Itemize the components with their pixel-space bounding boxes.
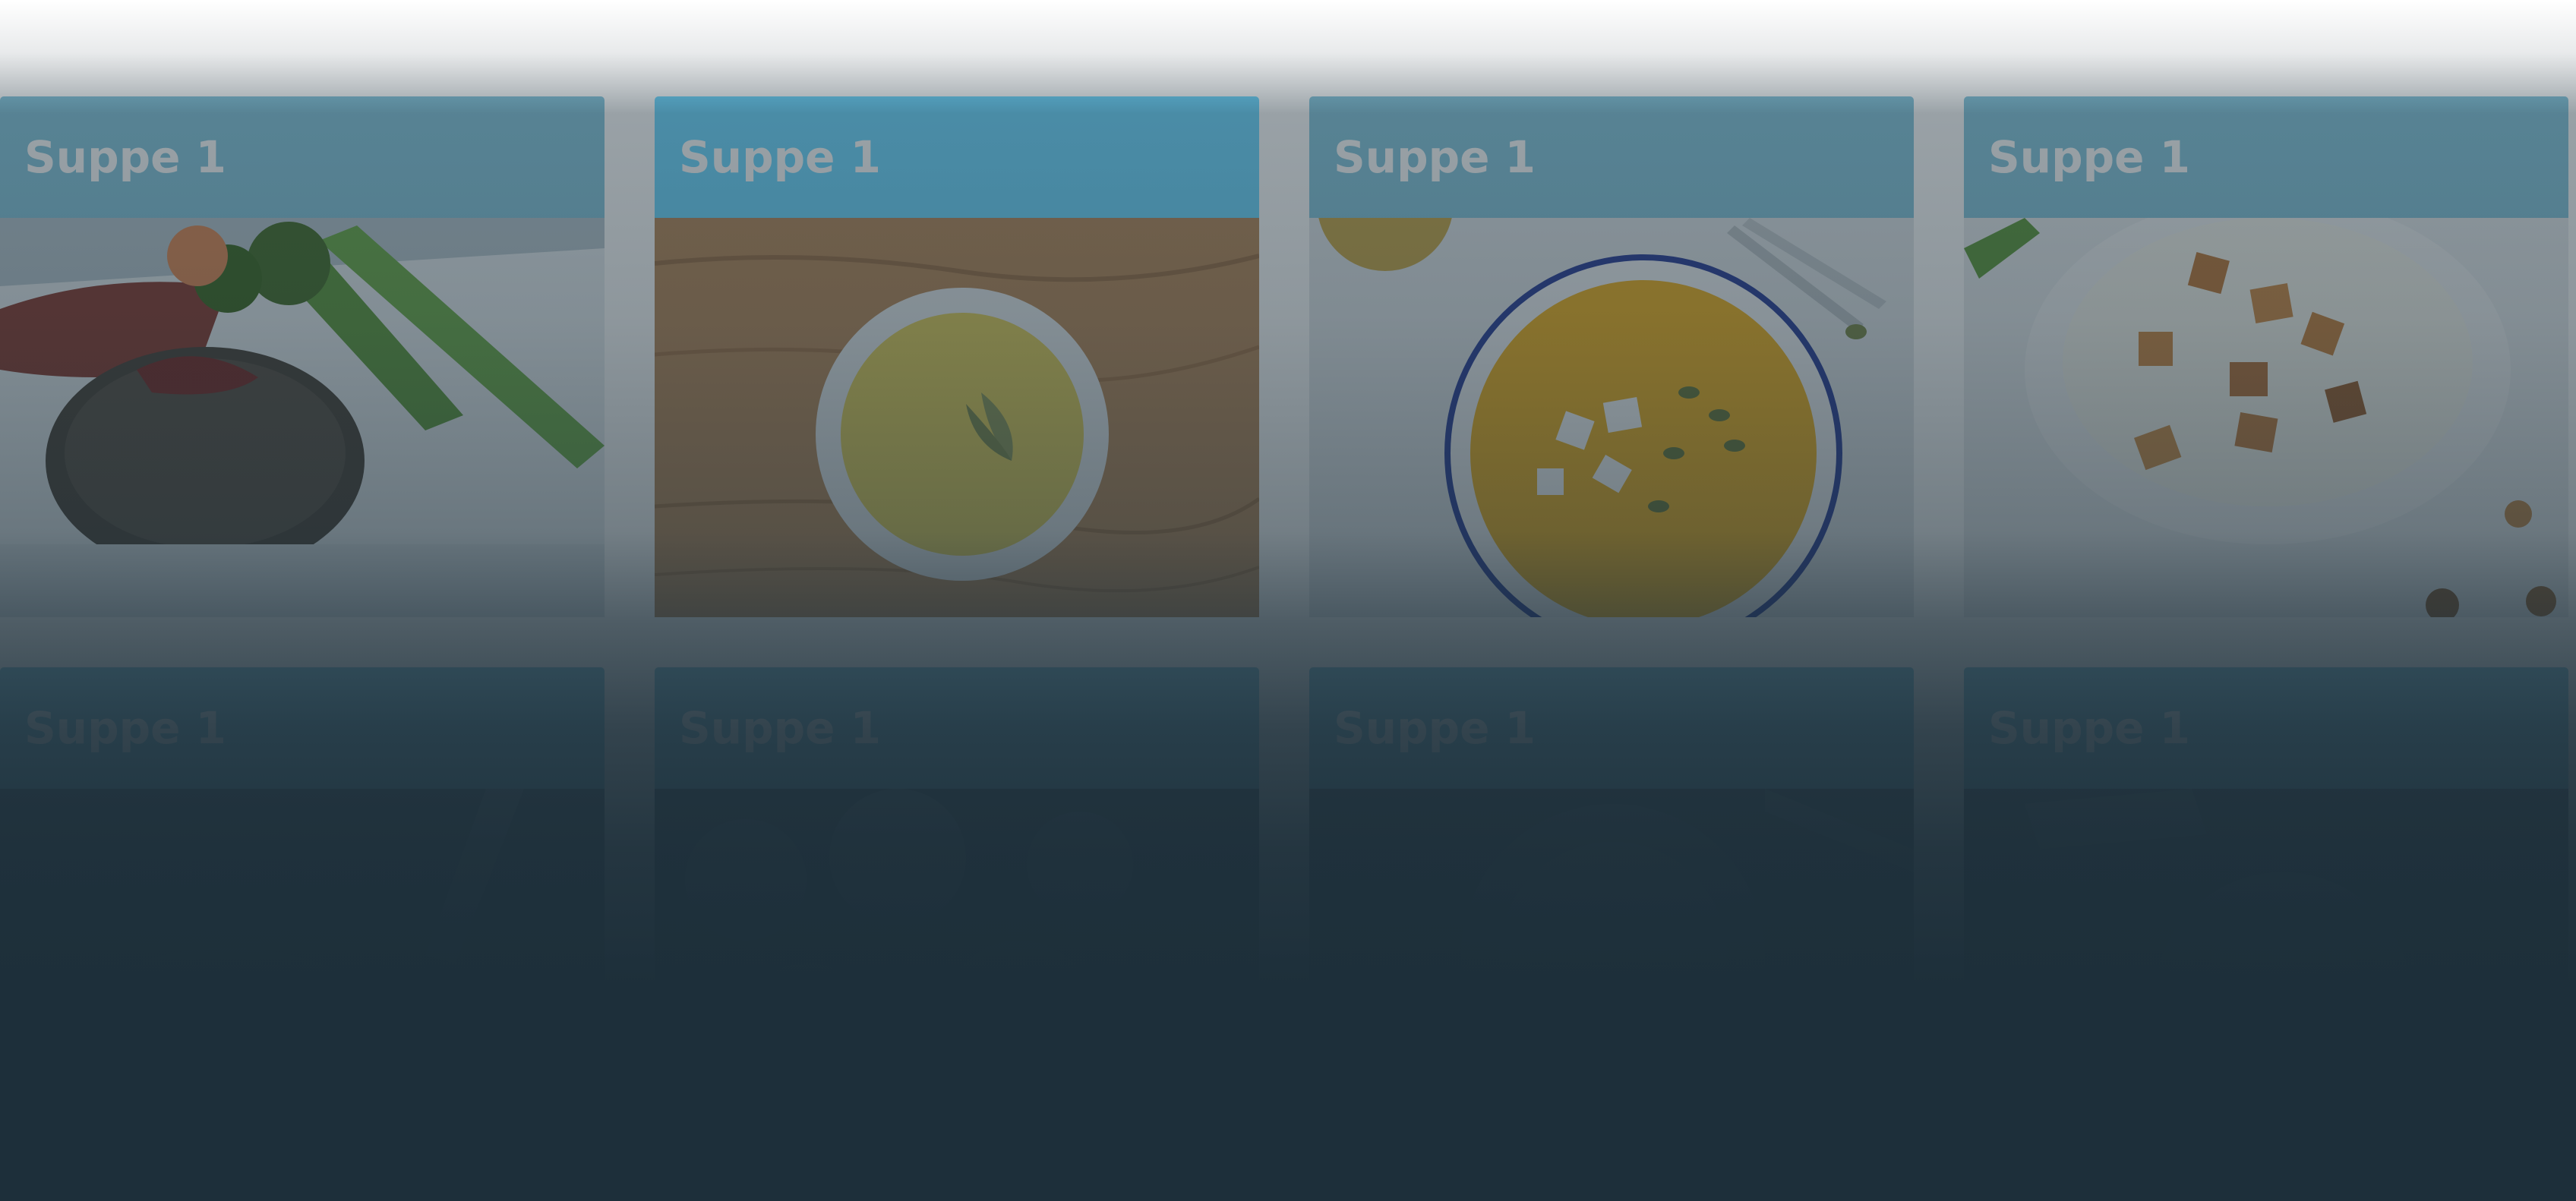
menu-card[interactable]: Suppe 1	[1964, 667, 2568, 1188]
card-title: Suppe 1	[1309, 667, 1914, 789]
menu-card[interactable]: Suppe 1	[0, 667, 605, 1188]
menu-card-grid: Suppe 1 Suppe 1 Suppe 1 Suppe 1 Suppe 1 …	[0, 96, 2576, 1201]
card-title: Suppe 1	[1964, 96, 2568, 218]
steak-image	[0, 218, 605, 617]
soup-photo	[655, 218, 1259, 617]
card-title: Suppe 1	[0, 667, 605, 789]
card-title: Suppe 1	[1309, 96, 1914, 218]
food-image	[0, 789, 605, 1188]
food-photo	[1309, 789, 1914, 1188]
food-photo	[0, 789, 605, 1188]
food-image	[1309, 789, 1914, 1188]
food-image	[655, 789, 1259, 1188]
soup-image	[655, 218, 1259, 617]
pumpkin-soup-image	[1309, 218, 1914, 617]
menu-card[interactable]: Suppe 1	[1309, 96, 1914, 617]
cream-soup-image	[1964, 218, 2568, 617]
menu-page: Suppe 1 Suppe 1 Suppe 1 Suppe 1 Suppe 1 …	[0, 0, 2576, 1201]
card-title: Suppe 1	[0, 96, 605, 218]
menu-card[interactable]: Suppe 1	[1309, 667, 1914, 1188]
steak-photo	[0, 218, 605, 617]
food-photo	[1964, 789, 2568, 1188]
cream-soup-photo	[1964, 218, 2568, 617]
menu-card[interactable]: Suppe 1	[655, 667, 1259, 1188]
card-title: Suppe 1	[655, 96, 1259, 218]
food-photo	[655, 789, 1259, 1188]
menu-card[interactable]: Suppe 1	[1964, 96, 2568, 617]
menu-card[interactable]: Suppe 1	[655, 96, 1259, 617]
card-title: Suppe 1	[1964, 667, 2568, 789]
food-image	[1964, 789, 2568, 1188]
card-title: Suppe 1	[655, 667, 1259, 789]
pumpkin-soup-photo	[1309, 218, 1914, 617]
menu-card[interactable]: Suppe 1	[0, 96, 605, 617]
